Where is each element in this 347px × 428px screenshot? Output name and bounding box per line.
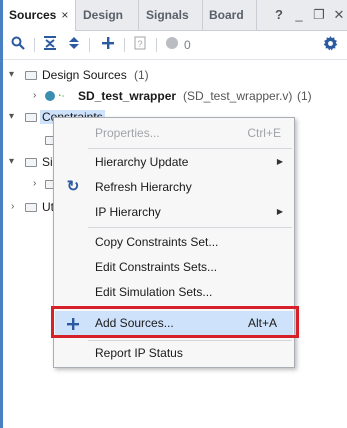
- tree-node-label: Design Sources: [42, 68, 127, 82]
- menu-item-label: Properties...: [95, 126, 160, 140]
- tree-node-top-module[interactable]: › ⋅∙ SD_test_wrapper (SD_test_wrapper.v)…: [3, 86, 343, 106]
- tab-board[interactable]: Board: [203, 0, 257, 30]
- tab-label: Sources: [9, 8, 57, 22]
- menu-item-label: Edit Simulation Sets...: [95, 285, 213, 299]
- chevron-right-icon[interactable]: ›: [11, 197, 14, 217]
- menu-item-ip-hierarchy[interactable]: IP Hierarchy ▶: [55, 200, 293, 224]
- toolbar-divider: [89, 38, 90, 52]
- tab-design[interactable]: Design: [76, 0, 139, 30]
- help-doc-icon[interactable]: ?: [131, 36, 149, 54]
- menu-item-label: Refresh Hierarchy: [95, 180, 192, 194]
- chevron-down-icon[interactable]: ▾: [9, 65, 14, 85]
- menu-separator: [88, 148, 292, 149]
- chevron-right-icon[interactable]: ›: [33, 86, 36, 106]
- sources-toolbar: ? 0: [3, 31, 347, 60]
- tab-sources[interactable]: Sources ×: [3, 0, 76, 31]
- tab-bar: Sources × Design Signals Board ? _ ❐ ✕: [3, 0, 347, 31]
- menu-item-hierarchy-update[interactable]: Hierarchy Update ▶: [55, 150, 293, 174]
- menu-separator: [88, 227, 292, 228]
- tab-signals[interactable]: Signals: [139, 0, 203, 30]
- menu-item-edit-constraints-sets[interactable]: Edit Constraints Sets...: [55, 255, 293, 279]
- expand-all-icon[interactable]: [65, 36, 83, 54]
- menu-item-edit-simulation-sets[interactable]: Edit Simulation Sets...: [55, 280, 293, 304]
- menu-item-label: Edit Constraints Sets...: [95, 260, 218, 274]
- folder-icon: [25, 113, 37, 122]
- annotation-highlight-box: [51, 306, 299, 338]
- menu-item-label: Copy Constraints Set...: [95, 235, 219, 249]
- folder-icon: [25, 158, 37, 167]
- svg-text:?: ?: [137, 39, 142, 49]
- tree-node-label: Si: [42, 155, 53, 169]
- tab-label: Design: [83, 8, 124, 22]
- tree-node-count: (1): [134, 68, 149, 82]
- module-name: SD_test_wrapper: [78, 89, 177, 103]
- folder-icon: [25, 71, 37, 80]
- module-file: (SD_test_wrapper.v): [183, 89, 293, 103]
- toolbar-divider: [124, 38, 125, 52]
- tab-label: Signals: [146, 8, 189, 22]
- menu-item-copy-constraints-set[interactable]: Copy Constraints Set...: [55, 230, 293, 254]
- tree-node-design-sources[interactable]: ▾ Design Sources (1): [3, 65, 343, 85]
- chevron-down-icon[interactable]: ▾: [9, 107, 14, 127]
- refresh-icon: ↻: [66, 178, 80, 195]
- menu-item-properties[interactable]: Properties... Ctrl+E: [55, 121, 293, 145]
- chevron-down-icon[interactable]: ▾: [9, 152, 14, 172]
- chevron-right-icon[interactable]: ›: [33, 174, 36, 194]
- toolbar-divider: [34, 38, 35, 52]
- menu-item-report-ip-status[interactable]: Report IP Status: [55, 341, 293, 365]
- menu-item-label: IP Hierarchy: [95, 205, 161, 219]
- search-icon[interactable]: [9, 36, 27, 54]
- tab-label: Board: [209, 8, 244, 22]
- menu-item-refresh-hierarchy[interactable]: ↻ Refresh Hierarchy: [55, 175, 293, 199]
- menu-item-shortcut: Ctrl+E: [247, 126, 281, 140]
- error-status-icon: [163, 36, 181, 54]
- gear-icon[interactable]: [321, 36, 339, 54]
- folder-icon: [25, 203, 37, 212]
- top-module-icon: [45, 91, 55, 101]
- toolbar-divider: [156, 38, 157, 52]
- menu-item-label: Report IP Status: [95, 346, 183, 360]
- close-panel-icon[interactable]: ✕: [327, 0, 347, 30]
- close-icon[interactable]: ×: [61, 8, 68, 22]
- menu-item-label: Hierarchy Update: [95, 155, 189, 169]
- add-sources-icon[interactable]: [99, 36, 117, 54]
- error-count: 0: [184, 38, 191, 52]
- submenu-arrow-icon: ▶: [276, 207, 283, 216]
- hierarchy-icon: ⋅∙: [58, 90, 65, 102]
- submenu-arrow-icon: ▶: [276, 157, 283, 166]
- module-count: (1): [297, 89, 312, 103]
- collapse-all-icon[interactable]: [41, 36, 59, 54]
